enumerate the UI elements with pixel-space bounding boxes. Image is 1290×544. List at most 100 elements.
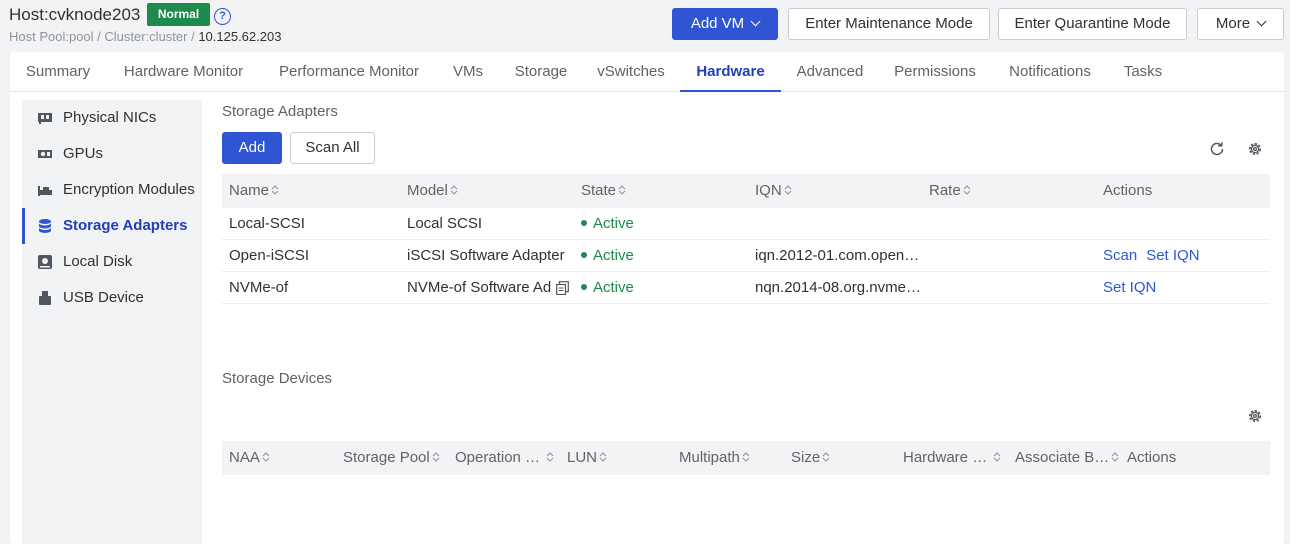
column-header-model[interactable]: Model [407,174,573,208]
status-dot [581,220,587,226]
cell-model: iSCSI Software Adapter [407,247,565,264]
tab-vswitches[interactable]: vSwitches [583,52,679,92]
cell-name: Open-iSCSI [229,247,310,264]
scan-all-button[interactable]: Scan All [290,132,375,164]
column-label: Hardware … [903,449,988,466]
column-label: Name [229,182,270,199]
column-header-state[interactable]: State [581,174,747,208]
cell-rate [929,240,1095,272]
sidebar-item-physical-nics[interactable]: Physical NICs [22,100,202,136]
tab-advanced[interactable]: Advanced [781,52,879,92]
breadcrumb: Host Pool:pool / Cluster:cluster / 10.12… [9,29,281,44]
tab-notifications[interactable]: Notifications [991,52,1109,92]
cell-state: Active [581,208,747,240]
column-header-actions: Actions [1127,449,1177,466]
column-header-multipath[interactable]: Multipath [679,441,785,475]
tab-hardware-monitor[interactable]: Hardware Monitor [106,52,261,92]
enter-maintenance-mode-button[interactable]: Enter Maintenance Mode [788,8,990,40]
tab-performance-monitor[interactable]: Performance Monitor [261,52,437,92]
disk-icon [38,255,52,269]
set-iqn-link[interactable]: Set IQN [1146,247,1199,264]
sidebar-item-storage-adapters[interactable]: Storage Adapters [22,208,202,244]
tab-hardware[interactable]: Hardware [680,52,781,92]
sidebar-item-encryption-modules[interactable]: Encryption Modules [22,172,202,208]
sidebar-item-local-disk[interactable]: Local Disk [22,244,202,280]
cell-actions [1103,208,1263,240]
column-header-iqn[interactable]: IQN [755,174,921,208]
database-icon [39,219,51,233]
copy-icon[interactable] [556,281,569,295]
page-header: Host:cvknode203 Normal ? Host Pool:pool … [0,0,1290,50]
add-vm-label: Add VM [690,15,745,32]
settings-gear-icon[interactable] [1246,407,1264,425]
table-header: NAA Storage Pool Operation … LUN Multipa… [222,441,1270,475]
sort-icon [262,452,270,462]
set-iqn-link[interactable]: Set IQN [1103,279,1156,296]
column-header-rate[interactable]: Rate [929,174,1095,208]
gpu-icon [38,150,52,158]
status-dot [581,252,587,258]
cell-name: NVMe-of [229,279,289,296]
storage-devices-title: Storage Devices [222,370,333,387]
enter-quarantine-mode-button[interactable]: Enter Quarantine Mode [998,8,1187,40]
cell-name: Local-SCSI [229,215,305,232]
cell-model: Local SCSI [407,215,483,232]
sort-icon [993,452,1001,462]
column-header-operation[interactable]: Operation … [455,441,561,475]
table-row: Local-SCSI Local SCSI Active [222,208,1270,240]
settings-gear-icon[interactable] [1246,140,1264,158]
state-label: Active [593,247,634,264]
encryption-icon [38,186,52,196]
column-header-name[interactable]: Name [229,174,399,208]
cell-iqn: nqn.2014-08.org.nvme… [755,279,921,296]
column-header-size[interactable]: Size [791,441,897,475]
cell-rate [929,272,1095,304]
cell-iqn: iqn.2012-01.com.open… [755,247,920,264]
column-header-actions: Actions [1103,182,1153,199]
help-icon[interactable]: ? [214,8,231,25]
nic-icon [38,113,52,124]
table-row: NVMe-of NVMe-of Software Ad Active nqn.2… [222,272,1270,304]
tab-storage[interactable]: Storage [499,52,583,92]
sort-icon [450,185,458,195]
column-label: Size [791,449,821,466]
sidebar-item-label: Local Disk [63,253,133,270]
column-label: Model [407,182,448,199]
main-panel: Summary Hardware Monitor Performance Mon… [10,52,1284,544]
cell-rate [929,208,1095,240]
more-button[interactable]: More [1197,8,1284,40]
table-header: Name Model State IQN Rate Actions [222,174,1270,208]
column-label: NAA [229,449,260,466]
column-label: IQN [755,182,782,199]
column-label: State [581,182,617,199]
state-label: Active [593,215,634,232]
column-label: Rate [929,182,961,199]
sort-icon [963,185,971,195]
tab-summary[interactable]: Summary [10,52,106,92]
sidebar-item-label: Physical NICs [63,109,157,126]
breadcrumb-ip: 10.125.62.203 [198,29,282,44]
state-label: Active [593,279,634,296]
scan-link[interactable]: Scan [1103,247,1137,264]
column-label: Multipath [679,449,740,466]
host-title: Host:cvknode203 [9,5,141,24]
refresh-icon[interactable] [1208,140,1226,158]
sidebar-item-gpus[interactable]: GPUs [22,136,202,172]
status-dot [581,284,587,290]
column-header-storage-pool[interactable]: Storage Pool [343,441,449,475]
tab-permissions[interactable]: Permissions [879,52,991,92]
storage-adapters-title: Storage Adapters [222,103,338,120]
tab-vms[interactable]: VMs [437,52,499,92]
cell-actions: Scan Set IQN [1103,240,1263,272]
column-header-naa[interactable]: NAA [229,441,333,475]
column-header-associate[interactable]: Associate B… [1015,441,1121,475]
storage-adapters-table: Name Model State IQN Rate Actions Local-… [222,174,1270,304]
add-button[interactable]: Add [222,132,282,164]
add-vm-button[interactable]: Add VM [672,8,778,40]
cell-state: Active [581,272,747,304]
sidebar-item-usb-device[interactable]: USB Device [22,280,202,316]
column-header-lun[interactable]: LUN [567,441,673,475]
column-label: Storage Pool [343,449,430,466]
tab-tasks[interactable]: Tasks [1109,52,1177,92]
column-header-hardware[interactable]: Hardware … [903,441,1009,475]
